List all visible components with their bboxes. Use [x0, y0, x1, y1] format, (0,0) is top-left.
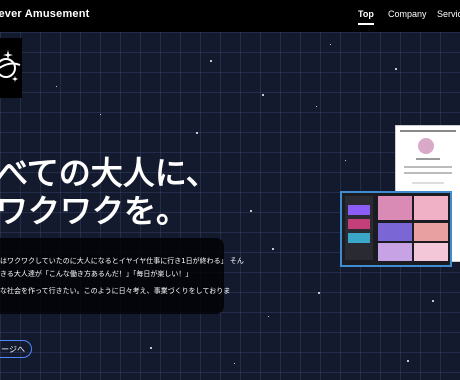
- description-line-1: はワクワクしていたのに大人になるとイヤイヤ仕事に行き1日が終わる」 そん: [0, 257, 244, 265]
- brand-name[interactable]: rever Amusement: [0, 8, 90, 20]
- page-link-button[interactable]: ージへ: [0, 340, 32, 358]
- nav-company[interactable]: Company: [388, 9, 427, 19]
- nav-service[interactable]: Service: [437, 9, 460, 19]
- description-line-3: な社会を作って行きたい。このように日々考え、事業づくりをしておりま: [0, 287, 231, 295]
- hero-line-2: ワクワクを。: [0, 192, 189, 230]
- description-panel: はワクワクしていたのに大人になるとイヤイヤ仕事に行き1日が終わる」 そん きる大…: [0, 238, 244, 314]
- header: rever Amusement Top Company Service: [0, 0, 460, 32]
- logo: [0, 38, 22, 98]
- nav-top[interactable]: Top: [358, 9, 374, 25]
- description-line-2: きる大人達が「こんな働き方あるんだ！」「毎日が楽しい！」: [0, 270, 193, 278]
- hero-line-1: べての大人に、: [0, 154, 218, 192]
- feed-screenshot: [340, 191, 452, 267]
- planet-logo-icon: [0, 50, 21, 82]
- hero-heading: べての大人に、 ワクワクを。: [0, 154, 218, 230]
